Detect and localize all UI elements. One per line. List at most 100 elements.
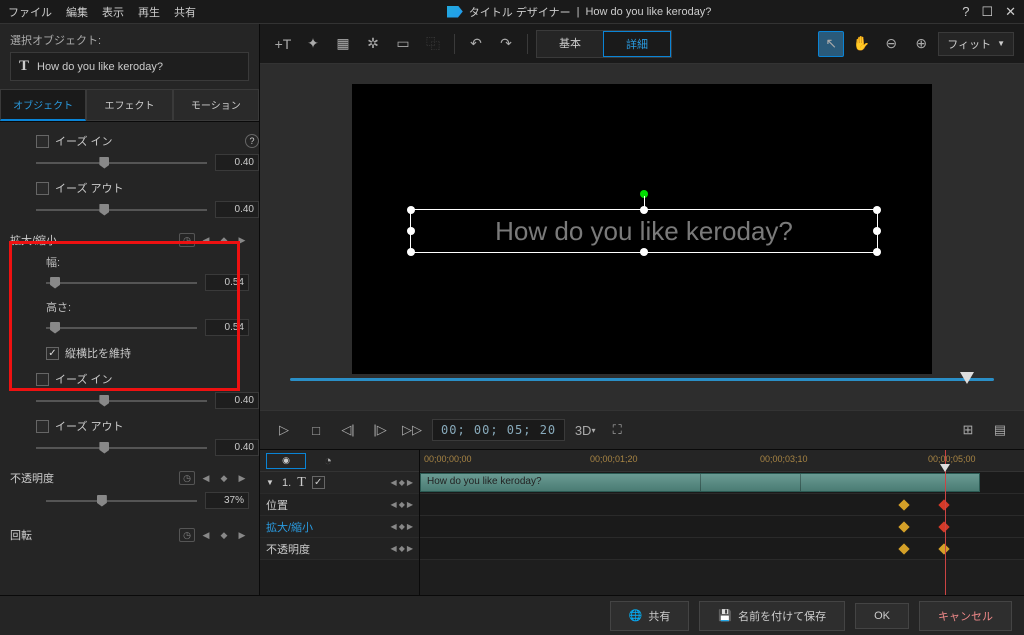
ease-out-value[interactable]: 0.40 xyxy=(215,201,259,218)
resize-handle-tm[interactable] xyxy=(640,206,648,214)
timeline-ruler[interactable]: 00;00;00;00 00;00;01;20 00;00;03;10 00;0… xyxy=(420,450,1024,472)
width-slider[interactable] xyxy=(46,282,197,284)
maximize-button[interactable]: ☐ xyxy=(981,4,993,20)
scale-next-kf[interactable]: ▶ xyxy=(235,233,249,247)
zoom-out-button[interactable]: ⊖ xyxy=(878,31,904,57)
opacity-slider[interactable] xyxy=(46,500,197,502)
ease-out-checkbox[interactable] xyxy=(36,182,49,195)
ease-in-slider-2[interactable] xyxy=(36,400,207,402)
ease-in-checkbox[interactable] xyxy=(36,135,49,148)
scrub-bar[interactable] xyxy=(290,378,994,381)
shape-tool[interactable]: ▭ xyxy=(390,31,416,57)
track-kf-prev[interactable]: ◀ xyxy=(391,478,397,487)
track-header-opacity[interactable]: 不透明度 ◀◆▶ xyxy=(260,538,419,560)
film-view-icon[interactable]: ▤ xyxy=(988,418,1012,442)
undo-button[interactable]: ↶ xyxy=(463,31,489,57)
opacity-prev-kf[interactable]: ◀ xyxy=(199,471,213,485)
preview-canvas[interactable]: How do you like keroday? xyxy=(352,84,932,374)
ease-in-checkbox-2[interactable] xyxy=(36,373,49,386)
keyframe-icon[interactable] xyxy=(938,521,949,532)
play-button[interactable]: ▷ xyxy=(272,418,296,442)
ease-in-value[interactable]: 0.40 xyxy=(215,154,259,171)
keyframe-icon[interactable] xyxy=(938,499,949,510)
keyframe-icon[interactable] xyxy=(898,499,909,510)
resize-handle-mr[interactable] xyxy=(873,227,881,235)
scale-add-kf[interactable]: ◆ xyxy=(217,233,231,247)
selected-object-field[interactable]: T How do you like keroday? xyxy=(10,52,249,81)
effect-tool[interactable]: ✲ xyxy=(360,31,386,57)
timeline-visibility-toggle[interactable]: ◉ xyxy=(266,453,306,469)
fast-forward-button[interactable]: ▷▷ xyxy=(400,418,424,442)
properties-scroll[interactable]: イーズ イン ? 0.40 イーズ アウト 0.40 拡大/縮小 ◷ xyxy=(0,122,259,595)
image-tool[interactable]: ▦ xyxy=(330,31,356,57)
tab-effect[interactable]: エフェクト xyxy=(86,89,172,121)
aspect-lock-checkbox[interactable] xyxy=(46,347,59,360)
rotation-add-kf[interactable]: ◆ xyxy=(217,528,231,542)
track-header-scale[interactable]: 拡大/縮小 ◀◆▶ xyxy=(260,516,419,538)
zoom-select[interactable]: フィット▼ xyxy=(938,32,1014,56)
redo-button[interactable]: ↷ xyxy=(493,31,519,57)
resize-handle-ml[interactable] xyxy=(407,227,415,235)
ease-out-slider-2[interactable] xyxy=(36,447,207,449)
scale-stopwatch-icon[interactable]: ◷ xyxy=(179,233,195,247)
resize-handle-bl[interactable] xyxy=(407,248,415,256)
mode-advanced[interactable]: 詳細 xyxy=(603,31,671,57)
grid-view-icon[interactable]: ⊞ xyxy=(956,418,980,442)
resize-handle-br[interactable] xyxy=(873,248,881,256)
rotation-stopwatch-icon[interactable]: ◷ xyxy=(179,528,195,542)
title-text[interactable]: How do you like keroday? xyxy=(495,216,793,247)
rotation-prev-kf[interactable]: ◀ xyxy=(199,528,213,542)
close-button[interactable]: ✕ xyxy=(1005,4,1016,20)
track-kf-next[interactable]: ▶ xyxy=(407,478,413,487)
hand-tool[interactable]: ✋ xyxy=(848,31,874,57)
ease-in-value-2[interactable]: 0.40 xyxy=(215,392,259,409)
ok-button[interactable]: OK xyxy=(855,603,909,629)
timeline-clock-icon[interactable]: ◔ xyxy=(316,449,340,473)
height-value[interactable]: 0.54 xyxy=(205,319,249,336)
track-kf-add[interactable]: ◆ xyxy=(399,478,405,487)
opacity-stopwatch-icon[interactable]: ◷ xyxy=(179,471,195,485)
ease-help-icon[interactable]: ? xyxy=(245,134,259,148)
menu-edit[interactable]: 編集 xyxy=(66,4,88,20)
timeline-clip[interactable]: How do you like keroday? xyxy=(420,473,980,492)
mode-basic[interactable]: 基本 xyxy=(537,31,603,57)
scrub-thumb[interactable] xyxy=(960,372,974,384)
stop-button[interactable]: □ xyxy=(304,418,328,442)
height-slider[interactable] xyxy=(46,327,197,329)
keyframe-icon[interactable] xyxy=(898,543,909,554)
menu-share[interactable]: 共有 xyxy=(174,4,196,20)
timeline-lane-scale[interactable] xyxy=(420,516,1024,538)
next-frame-button[interactable]: |▷ xyxy=(368,418,392,442)
timeline-lane-clip[interactable]: How do you like keroday? xyxy=(420,472,1024,494)
3d-toggle[interactable]: 3D ▾ xyxy=(573,418,597,442)
tab-object[interactable]: オブジェクト xyxy=(0,89,86,121)
ease-out-value-2[interactable]: 0.40 xyxy=(215,439,259,456)
resize-handle-tr[interactable] xyxy=(873,206,881,214)
timeline-lane-position[interactable] xyxy=(420,494,1024,516)
cancel-button[interactable]: キャンセル xyxy=(919,601,1012,631)
track-expand-icon[interactable]: ▼ xyxy=(266,478,276,487)
menu-file[interactable]: ファイル xyxy=(8,4,52,20)
prev-frame-button[interactable]: ◁| xyxy=(336,418,360,442)
add-text-tool[interactable]: +T xyxy=(270,31,296,57)
timeline-lanes[interactable]: 00;00;00;00 00;00;01;20 00;00;03;10 00;0… xyxy=(420,450,1024,595)
track-header-position[interactable]: 位置 ◀◆▶ xyxy=(260,494,419,516)
track-enable-checkbox[interactable]: ✓ xyxy=(312,476,325,489)
menu-play[interactable]: 再生 xyxy=(138,4,160,20)
keyframe-icon[interactable] xyxy=(898,521,909,532)
opacity-add-kf[interactable]: ◆ xyxy=(217,471,231,485)
opacity-value[interactable]: 37% xyxy=(205,492,249,509)
help-button[interactable]: ? xyxy=(962,4,969,20)
resize-handle-bm[interactable] xyxy=(640,248,648,256)
keyframe-icon[interactable] xyxy=(938,543,949,554)
width-value[interactable]: 0.54 xyxy=(205,274,249,291)
menu-view[interactable]: 表示 xyxy=(102,4,124,20)
timecode-display[interactable]: 00; 00; 05; 20 xyxy=(432,419,565,441)
share-button[interactable]: 🌐共有 xyxy=(610,601,690,631)
save-as-button[interactable]: 💾名前を付けて保存 xyxy=(699,601,845,631)
fullscreen-button[interactable]: ⛶ xyxy=(605,418,629,442)
ease-out-checkbox-2[interactable] xyxy=(36,420,49,433)
rotation-next-kf[interactable]: ▶ xyxy=(235,528,249,542)
scale-prev-kf[interactable]: ◀ xyxy=(199,233,213,247)
move-tool[interactable]: ↖ xyxy=(818,31,844,57)
